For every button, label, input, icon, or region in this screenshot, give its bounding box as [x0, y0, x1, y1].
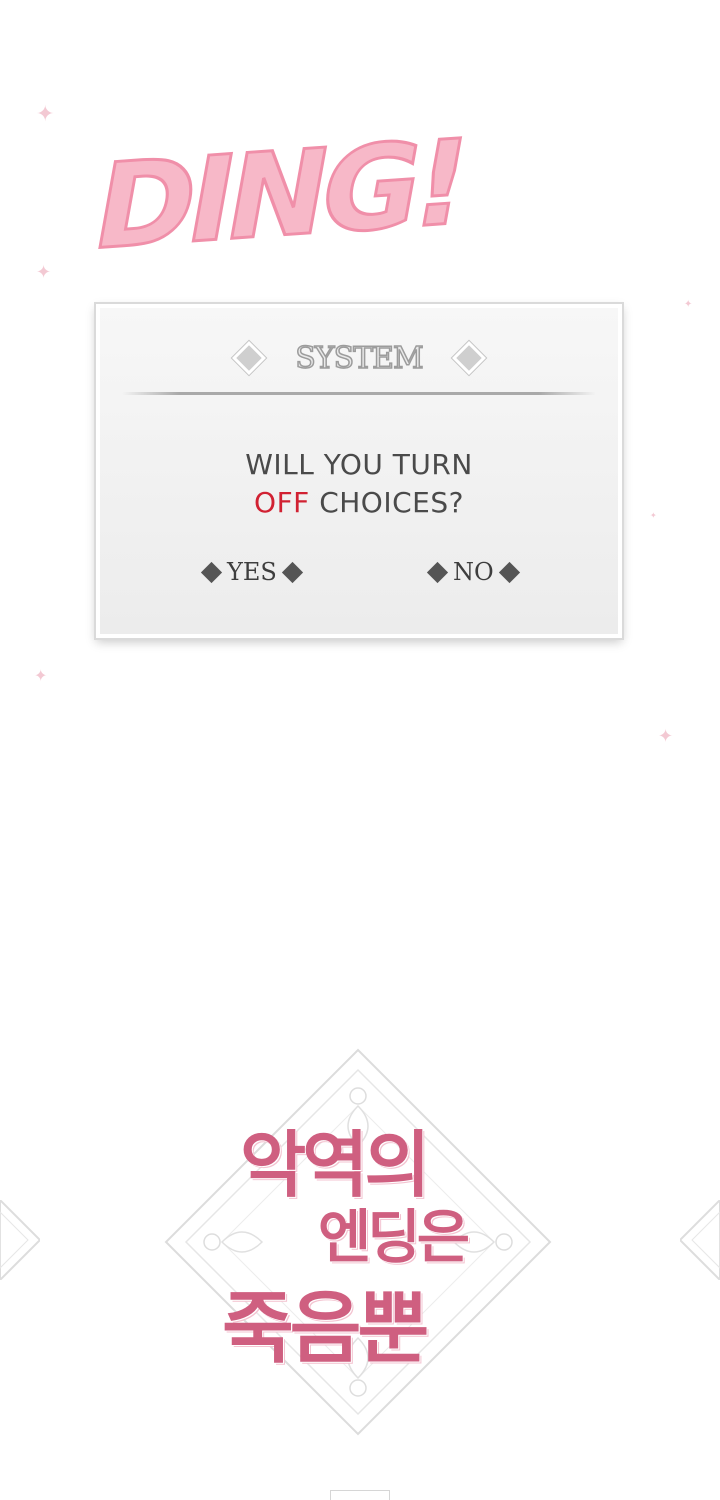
sparkle-decoration: ✦ [684, 299, 693, 310]
question-highlight: OFF [254, 486, 310, 519]
diamond-icon [281, 561, 303, 583]
system-dialog: SYSTEM WILL YOU TURN OFF CHOICES? YES NO [96, 304, 622, 638]
question-line-2: OFF CHOICES? [100, 484, 618, 522]
question-line-1: WILL YOU TURN [245, 448, 473, 481]
ding-sound-effect: DING! [80, 112, 476, 298]
no-label: NO [453, 558, 494, 586]
ding-text: DING! [82, 112, 476, 278]
yes-label: YES [227, 558, 277, 586]
sparkle-decoration: ✦ [650, 511, 657, 520]
side-ornament-icon [680, 1200, 720, 1280]
no-button[interactable]: NO [422, 556, 525, 588]
diamond-icon [498, 561, 520, 583]
dialog-question: WILL YOU TURN OFF CHOICES? [100, 446, 618, 522]
dialog-header: SYSTEM [100, 338, 618, 378]
title-logo: 악역의 엔딩은 죽음뿐 [162, 1046, 554, 1438]
divider [122, 392, 596, 395]
sparkle-decoration: ✦ [36, 262, 52, 283]
logo-line-2: 엔딩은 [318, 1203, 470, 1271]
sparkle-decoration: ✦ [658, 726, 674, 747]
bottom-ornament [330, 1490, 390, 1500]
question-rest: CHOICES? [319, 486, 464, 519]
diamond-icon [200, 561, 223, 583]
diamond-icon [426, 561, 449, 583]
diamond-icon [451, 341, 486, 375]
yes-button[interactable]: YES [196, 556, 308, 588]
sparkle-decoration: ✦ [34, 666, 48, 685]
dialog-title: SYSTEM [294, 340, 424, 377]
diamond-icon [232, 341, 267, 375]
logo-line-3: 죽음뿐 [222, 1283, 429, 1374]
sparkle-decoration: ✦ [36, 102, 55, 127]
side-ornament-icon [0, 1200, 40, 1280]
